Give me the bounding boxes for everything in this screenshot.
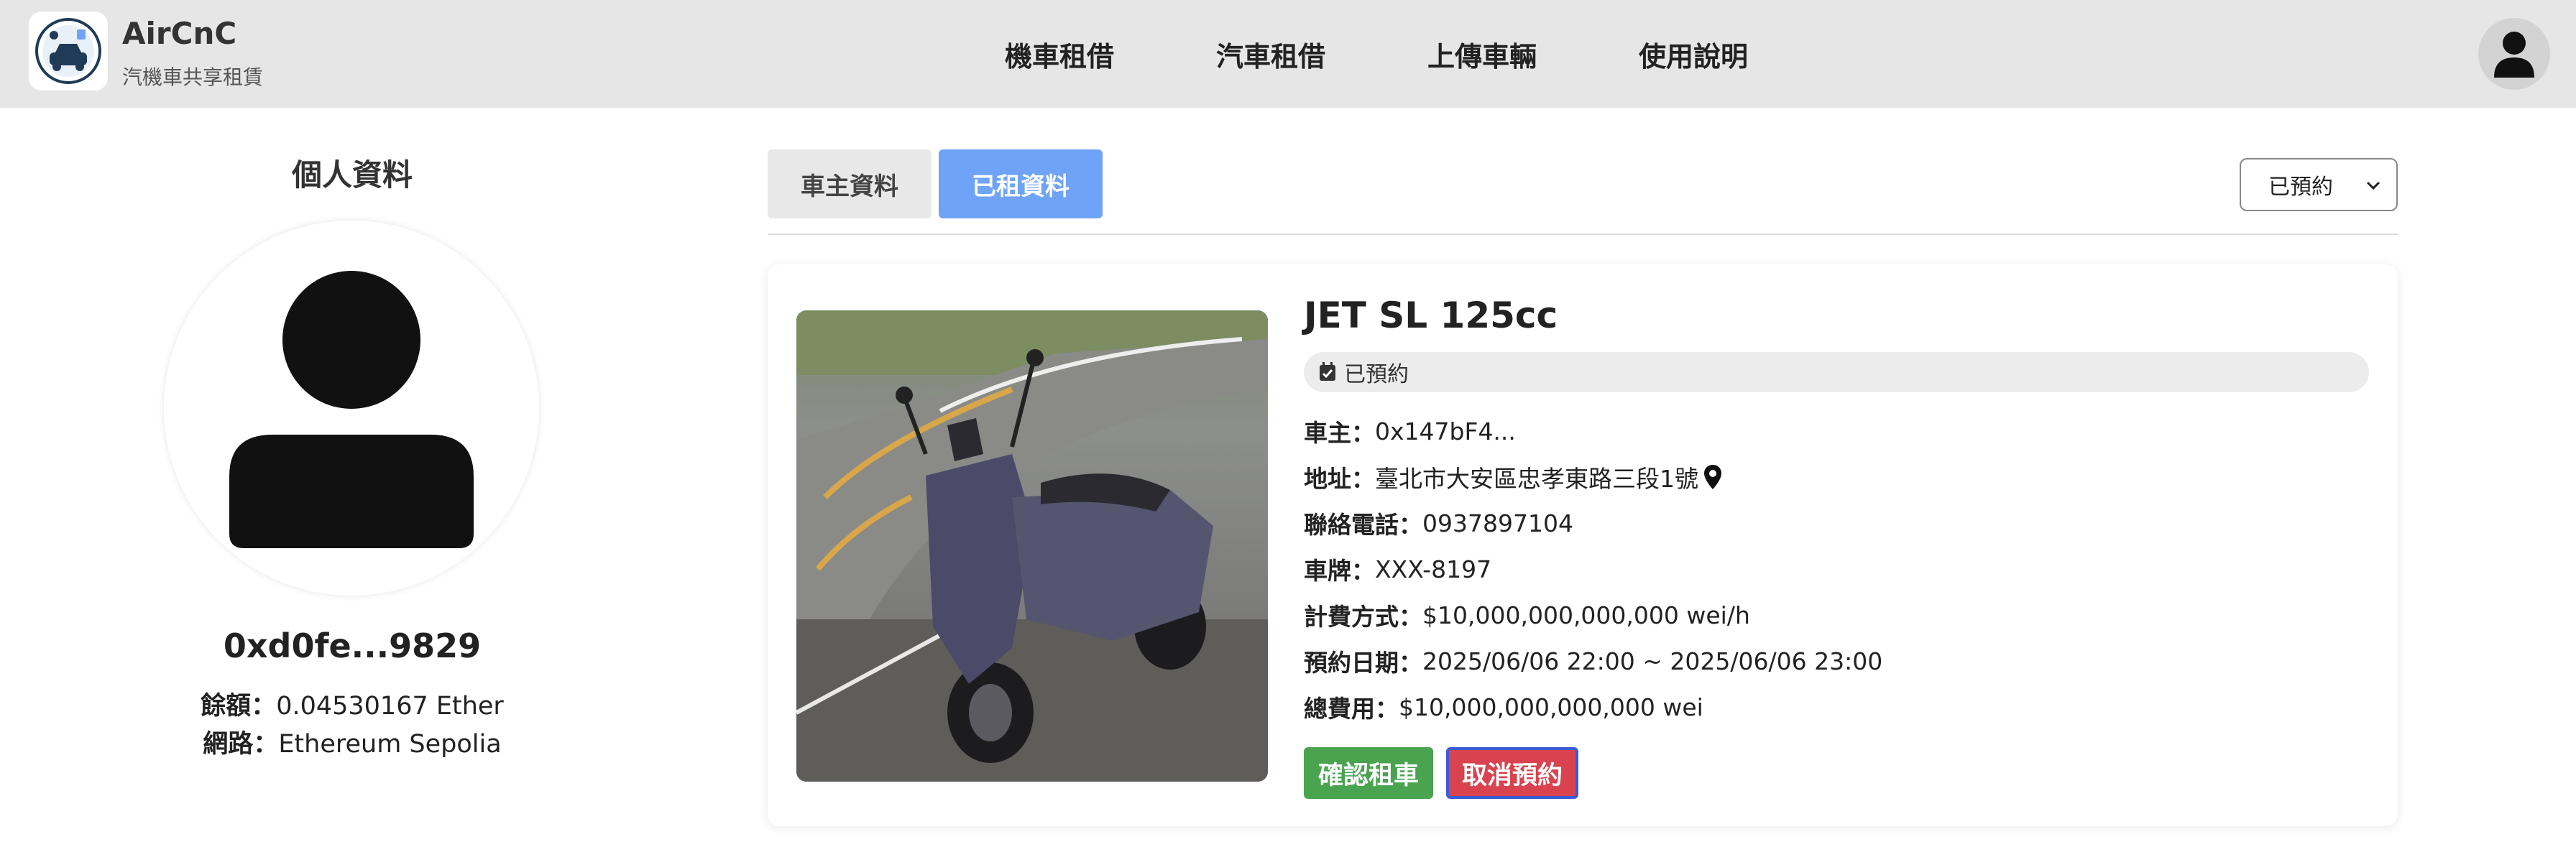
date-field: 預約日期： 2025/06/06 22:00 ~ 2025/06/06 23:00 bbox=[1304, 644, 1882, 678]
address-field: 地址：臺北市大安區忠孝東路三段1號 bbox=[1304, 460, 1721, 494]
calendar-check-icon bbox=[1318, 362, 1337, 382]
brand-subtitle: 汽機車共享租賃 bbox=[122, 65, 264, 89]
status-filter-value: 已預約 bbox=[2268, 175, 2333, 200]
network-line: 網路：Ethereum Sepolia bbox=[203, 730, 502, 759]
wallet-address: 0xd0fe...9829 bbox=[223, 626, 482, 665]
status-badge-text: 已預約 bbox=[1344, 362, 1409, 387]
user-icon bbox=[2494, 32, 2534, 78]
owner-label: 車主 bbox=[1304, 419, 1351, 447]
vehicle-title: JET SL 125cc bbox=[1304, 295, 1558, 336]
vehicle-photo bbox=[796, 310, 1268, 782]
status-filter-select[interactable]: 已預約 bbox=[2240, 158, 2398, 211]
address-value: 臺北市大安區忠孝東路三段1號 bbox=[1375, 465, 1698, 493]
total-label: 總費用 bbox=[1304, 695, 1375, 723]
avatar bbox=[164, 221, 539, 596]
confirm-rental-button[interactable]: 確認租車 bbox=[1304, 747, 1433, 799]
rate-label: 計費方式 bbox=[1304, 603, 1399, 631]
top-navbar: AirCnC 汽機車共享租賃 機車租借 汽車租借 上傳車輛 使用說明 bbox=[0, 0, 2576, 108]
avatar-icon bbox=[229, 271, 474, 548]
network-value: Ethereum Sepolia bbox=[278, 730, 502, 759]
phone-value: 0937897104 bbox=[1422, 509, 1573, 537]
nav-motorcycle-rental[interactable]: 機車租借 bbox=[1005, 34, 1114, 74]
plate-value: XXX-8197 bbox=[1375, 555, 1492, 583]
phone-label: 聯絡電話 bbox=[1304, 511, 1399, 539]
owner-field: 車主： 0x147bF4... bbox=[1304, 414, 1516, 448]
tab-divider bbox=[768, 233, 2398, 235]
chevron-down-icon bbox=[2366, 181, 2380, 190]
app-logo[interactable] bbox=[29, 11, 108, 91]
network-label: 網路 bbox=[203, 730, 254, 759]
total-field: 總費用： $10,000,000,000,000 wei bbox=[1304, 690, 1703, 724]
nav-upload-vehicle[interactable]: 上傳車輛 bbox=[1427, 34, 1537, 74]
plate-label: 車牌 bbox=[1304, 557, 1351, 585]
rate-field: 計費方式： $10,000,000,000,000 wei/h bbox=[1304, 598, 1750, 632]
app-logo-icon bbox=[35, 18, 101, 84]
date-label: 預約日期 bbox=[1304, 649, 1399, 677]
tab-owner-info[interactable]: 車主資料 bbox=[768, 149, 932, 218]
address-label: 地址 bbox=[1304, 465, 1351, 493]
balance-label: 餘額 bbox=[201, 692, 252, 721]
status-badge: 已預約 bbox=[1304, 352, 2369, 392]
nav-car-rental[interactable]: 汽車租借 bbox=[1216, 34, 1325, 74]
rental-card: JET SL 125cc 已預約 車主： 0x147bF4... 地址：臺北市大安… bbox=[768, 264, 2398, 826]
rate-value: $10,000,000,000,000 wei/h bbox=[1422, 601, 1750, 629]
plate-field: 車牌： XXX-8197 bbox=[1304, 552, 1491, 586]
phone-field: 聯絡電話： 0937897104 bbox=[1304, 506, 1573, 540]
user-menu-button[interactable] bbox=[2478, 18, 2550, 90]
map-pin-icon[interactable] bbox=[1704, 465, 1721, 489]
balance-line: 餘額：0.04530167 Ether bbox=[201, 692, 504, 721]
tab-rented-info[interactable]: 已租資料 bbox=[939, 149, 1103, 218]
cancel-reservation-button[interactable]: 取消預約 bbox=[1446, 747, 1578, 799]
nav-instructions[interactable]: 使用說明 bbox=[1639, 34, 1748, 74]
profile-heading: 個人資料 bbox=[291, 157, 413, 193]
owner-value: 0x147bF4... bbox=[1375, 417, 1516, 445]
total-value: $10,000,000,000,000 wei bbox=[1399, 693, 1703, 721]
brand-title: AirCnC bbox=[122, 16, 237, 51]
balance-value: 0.04530167 Ether bbox=[276, 692, 504, 721]
date-value: 2025/06/06 22:00 ~ 2025/06/06 23:00 bbox=[1422, 647, 1883, 675]
